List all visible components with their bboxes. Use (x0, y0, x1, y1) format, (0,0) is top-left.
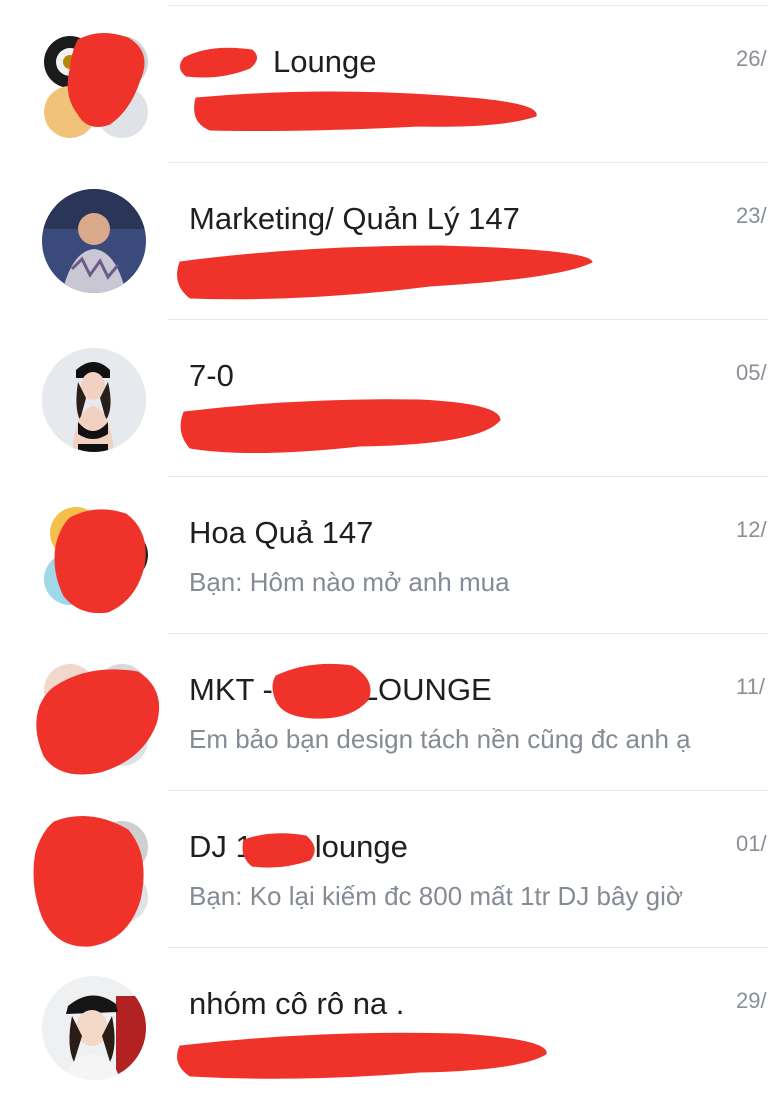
member-avatar (44, 553, 96, 605)
conversation-time: 29/ (736, 988, 767, 1013)
member-avatar (44, 664, 96, 716)
member-count-avatar (96, 871, 148, 923)
member-avatar (44, 821, 96, 873)
person-avatar (42, 348, 146, 452)
member-count-avatar (96, 86, 148, 138)
group-avatar (42, 34, 150, 142)
member-avatar (44, 86, 96, 138)
conversation-name: Hoa Quả 147 (189, 515, 374, 550)
message-preview: Em bảo bạn design tách nền cũng đc anh ạ (189, 724, 691, 754)
member-avatar (50, 507, 102, 559)
conversation-row[interactable]: Lounge 26/ (0, 6, 768, 163)
group-avatar (42, 662, 150, 770)
message-preview: Bạn: Ko lại kiếm đc 800 mất 1tr DJ bây g… (189, 881, 683, 911)
conversation-time: 05/ (736, 360, 767, 385)
conversation-row[interactable]: Marketing/ Quản Lý 147 23/ (0, 163, 768, 320)
member-avatar (44, 714, 96, 766)
conversation-name: MKT - LOUNGE (189, 672, 492, 708)
group-avatar (42, 819, 150, 927)
member-avatar (44, 36, 96, 88)
conversation-name: Lounge (273, 44, 377, 79)
conversation-row[interactable]: MKT - LOUNGE Em bảo bạn design tách nền c… (0, 634, 768, 791)
conversation-name-part: lounge (314, 829, 408, 864)
member-avatar (96, 529, 148, 581)
conversation-row[interactable]: 7-0 05/ (0, 320, 768, 477)
conversation-list: Lounge 26/ Marketing/ Quản Lý 147 23/ 7-… (0, 0, 768, 1109)
conversation-name: nhóm cô rô na . (189, 986, 405, 1021)
conversation-time: 01/ (736, 831, 767, 856)
member-avatar (44, 871, 96, 923)
conversation-time: 12/ (736, 517, 767, 542)
group-avatar (42, 505, 150, 613)
person-avatar (42, 976, 146, 1080)
conversation-name-part: DJ 1 (189, 829, 253, 864)
member-avatar (96, 821, 148, 873)
conversation-row[interactable]: DJ 1 lounge Bạn: Ko lại kiếm đc 800 mất 1… (0, 791, 768, 948)
member-avatar (96, 36, 148, 88)
conversation-time: 23/ (736, 203, 767, 228)
person-avatar (42, 189, 146, 293)
conversation-name: DJ 1 lounge (189, 829, 408, 865)
member-avatar (96, 664, 148, 716)
conversation-name: 7-0 (189, 358, 234, 393)
conversation-name-part: LOUNGE (360, 672, 492, 707)
conversation-time: 26/ (736, 46, 767, 71)
conversation-name: Marketing/ Quản Lý 147 (189, 201, 520, 236)
message-preview: Bạn: Hôm nào mở anh mua (189, 567, 510, 597)
member-count-avatar (96, 714, 148, 766)
conversation-row[interactable]: Hoa Quả 147 Bạn: Hôm nào mở anh mua 12/ (0, 477, 768, 634)
conversation-name-part: MKT - (189, 672, 273, 707)
conversation-row[interactable]: nhóm cô rô na . 29/ (0, 948, 768, 1105)
conversation-time: 11/ (736, 674, 765, 699)
